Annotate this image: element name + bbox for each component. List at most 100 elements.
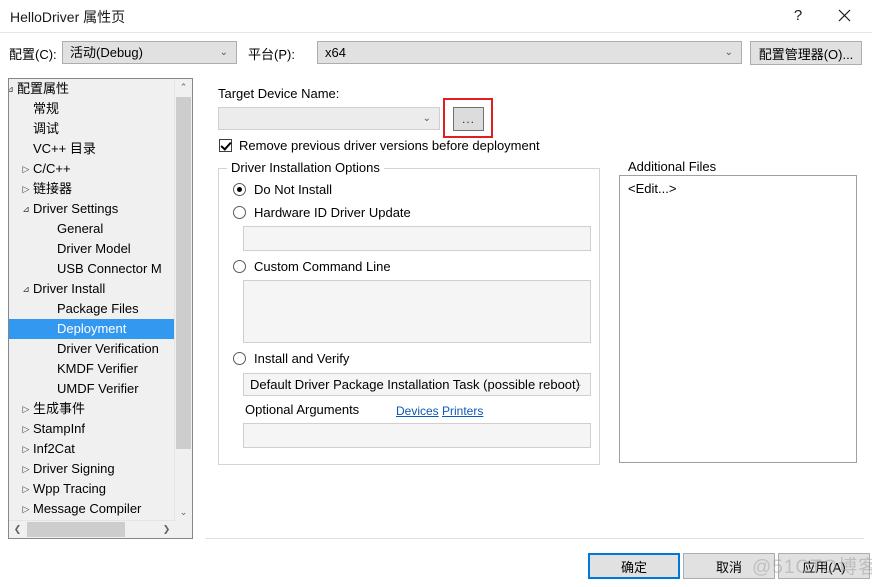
scroll-right-icon[interactable]: ❯: [158, 521, 175, 538]
additional-files-title: Additional Files: [624, 159, 721, 174]
expanded-arrow-icon[interactable]: ⊿: [19, 279, 33, 299]
radio-hardware-id-label: Hardware ID Driver Update: [254, 205, 411, 220]
devices-link[interactable]: Devices: [396, 404, 439, 418]
installation-task-dropdown[interactable]: Default Driver Package Installation Task…: [243, 373, 591, 396]
tree-item-[interactable]: ▷ 链接器: [9, 179, 175, 199]
collapsed-arrow-icon[interactable]: ▷: [19, 459, 33, 479]
tree-item-label: C/C++: [33, 161, 71, 176]
tree-item-label: Driver Verification: [57, 341, 159, 356]
remove-previous-driver-checkbox[interactable]: Remove previous driver versions before d…: [219, 138, 540, 153]
tree-item-inf2cat[interactable]: ▷ Inf2Cat: [9, 439, 175, 459]
help-button[interactable]: ?: [776, 0, 820, 31]
configuration-manager-button[interactable]: 配置管理器(O)...: [750, 41, 862, 65]
collapsed-arrow-icon[interactable]: ▷: [19, 179, 33, 199]
configuration-value: 活动(Debug): [70, 45, 143, 60]
collapsed-arrow-icon[interactable]: ▷: [19, 439, 33, 459]
optional-arguments-input[interactable]: [243, 423, 591, 448]
driver-installation-options-group: Driver Installation Options Do Not Insta…: [218, 160, 600, 465]
radio-icon: [233, 183, 246, 196]
tree-item-label: Driver Install: [33, 281, 106, 296]
vertical-scroll-thumb[interactable]: [176, 97, 191, 449]
collapsed-arrow-icon[interactable]: ▷: [19, 159, 33, 179]
collapsed-arrow-icon[interactable]: ▷: [19, 479, 33, 499]
radio-do-not-install[interactable]: Do Not Install: [233, 182, 332, 197]
tree-item-driver-install[interactable]: ⊿ Driver Install: [9, 279, 175, 299]
horizontal-scroll-thumb[interactable]: [27, 522, 125, 537]
chevron-down-icon: ⌄: [574, 379, 583, 390]
tree-item-vc[interactable]: VC++ 目录: [9, 139, 175, 159]
checkbox-icon: [219, 139, 232, 152]
apply-button[interactable]: 应用(A): [778, 553, 870, 579]
tree-item-label: Package Files: [57, 301, 139, 316]
collapsed-arrow-icon[interactable]: ▷: [19, 499, 33, 519]
tree-item-[interactable]: 调试: [9, 119, 175, 139]
optional-arguments-label: Optional Arguments: [245, 402, 360, 417]
tree-item-[interactable]: 常规: [9, 99, 175, 119]
tree-item-label: Driver Settings: [33, 201, 119, 216]
radio-custom-command-line[interactable]: Custom Command Line: [233, 259, 391, 274]
expanded-arrow-icon[interactable]: ⊿: [19, 199, 33, 219]
close-icon: [838, 9, 850, 22]
collapsed-arrow-icon[interactable]: ▷: [19, 399, 33, 419]
tree-item-driver-settings[interactable]: ⊿ Driver Settings: [9, 199, 175, 219]
chevron-down-icon: ⌄: [219, 47, 228, 58]
tree-vertical-scrollbar[interactable]: ⌃ ⌄: [174, 79, 192, 521]
browse-button-highlight: ...: [443, 98, 493, 138]
target-device-name-dropdown[interactable]: ⌄: [218, 107, 440, 130]
tree-item-label: 常规: [33, 101, 60, 116]
tree-item-driver-signing[interactable]: ▷ Driver Signing: [9, 459, 175, 479]
expanded-arrow-icon[interactable]: ⊿: [9, 79, 17, 99]
tree-item-deployment[interactable]: Deployment: [9, 319, 175, 339]
tree-item-message-compiler[interactable]: ▷ Message Compiler: [9, 499, 175, 519]
tree-item-driver-verification[interactable]: Driver Verification: [9, 339, 175, 359]
platform-dropdown[interactable]: x64 ⌄: [317, 41, 742, 64]
tree-item-c-c[interactable]: ▷ C/C++: [9, 159, 175, 179]
tree-item-stampinf[interactable]: ▷ StampInf: [9, 419, 175, 439]
tree-item-label: 生成事件: [33, 401, 86, 416]
scroll-down-icon[interactable]: ⌄: [175, 504, 192, 521]
tree-item-kmdf-verifier[interactable]: KMDF Verifier: [9, 359, 175, 379]
custom-command-line-input[interactable]: [243, 280, 591, 343]
property-tree[interactable]: ⊿ 配置属性 常规 调试 VC++ 目录 ▷ C/C++ ▷ 链接器 ⊿ Driver Settin…: [9, 79, 175, 521]
scroll-left-icon[interactable]: ❮: [9, 521, 26, 538]
list-item[interactable]: <Edit...>: [620, 176, 856, 198]
tree-item-label: UMDF Verifier: [57, 381, 139, 396]
additional-files-group: Additional Files <Edit...>: [616, 159, 860, 465]
tree-item-usb-connector-m[interactable]: USB Connector M: [9, 259, 175, 279]
scrollbar-corner: [175, 521, 192, 538]
target-device-name-label: Target Device Name:: [218, 86, 340, 101]
tree-item-label: 调试: [33, 121, 60, 136]
tree-item-general[interactable]: General: [9, 219, 175, 239]
tree-item-label: Inf2Cat: [33, 441, 75, 456]
additional-files-listbox[interactable]: <Edit...>: [619, 175, 857, 463]
hardware-id-input[interactable]: [243, 226, 591, 251]
tree-item-label: Deployment: [57, 321, 127, 336]
installation-task-value: Default Driver Package Installation Task…: [250, 377, 580, 392]
tree-item-label: StampInf: [33, 421, 86, 436]
tree-item-driver-model[interactable]: Driver Model: [9, 239, 175, 259]
tree-item-package-files[interactable]: Package Files: [9, 299, 175, 319]
configuration-dropdown[interactable]: 活动(Debug) ⌄: [62, 41, 237, 64]
title-bar: HelloDriver 属性页 ?: [0, 0, 872, 33]
scroll-up-icon[interactable]: ⌃: [175, 79, 192, 96]
property-tree-panel: ⊿ 配置属性 常规 调试 VC++ 目录 ▷ C/C++ ▷ 链接器 ⊿ Driver Settin…: [8, 78, 193, 539]
tree-item-[interactable]: ▷ 生成事件: [9, 399, 175, 419]
tree-item-label: Wpp Tracing: [33, 481, 106, 496]
cancel-button[interactable]: 取消: [683, 553, 775, 579]
tree-horizontal-scrollbar[interactable]: ❮ ❯: [9, 520, 175, 538]
driver-installation-options-title: Driver Installation Options: [227, 160, 384, 175]
close-button[interactable]: [822, 0, 866, 31]
radio-hardware-id-driver-update[interactable]: Hardware ID Driver Update: [233, 205, 411, 220]
radio-install-and-verify[interactable]: Install and Verify: [233, 351, 349, 366]
tree-item-umdf-verifier[interactable]: UMDF Verifier: [9, 379, 175, 399]
collapsed-arrow-icon[interactable]: ▷: [19, 419, 33, 439]
tree-item-[interactable]: ⊿ 配置属性: [9, 79, 175, 99]
tree-item-wpp-tracing[interactable]: ▷ Wpp Tracing: [9, 479, 175, 499]
browse-button[interactable]: ...: [453, 107, 484, 131]
ok-button[interactable]: 确定: [588, 553, 680, 579]
tree-item-label: Driver Model: [57, 241, 131, 256]
radio-icon: [233, 206, 246, 219]
radio-icon: [233, 352, 246, 365]
printers-link[interactable]: Printers: [442, 404, 483, 418]
tree-item-label: General: [57, 221, 104, 236]
